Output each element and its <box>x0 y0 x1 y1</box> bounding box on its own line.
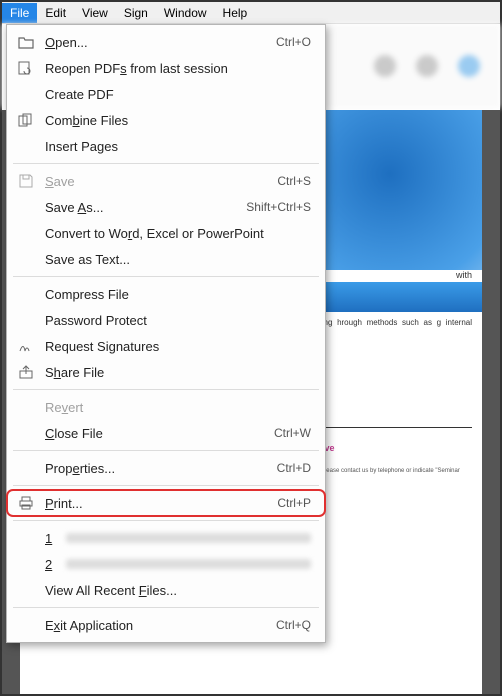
menu-compress-label: Compress File <box>45 287 311 302</box>
menu-sign[interactable]: Sign <box>116 3 156 23</box>
folder-open-icon <box>17 34 35 50</box>
menu-convert-label: Convert to Word, Excel or PowerPoint <box>45 226 311 241</box>
menu-revert: Revert <box>7 394 325 420</box>
menu-open[interactable]: Open... Ctrl+O <box>7 29 325 55</box>
menu-recent-1[interactable]: 1 <box>7 525 325 551</box>
menu-compress[interactable]: Compress File <box>7 281 325 307</box>
menu-open-label: Open... <box>45 35 266 50</box>
menu-password-protect[interactable]: Password Protect <box>7 307 325 333</box>
menu-create-pdf[interactable]: Create PDF <box>7 81 325 107</box>
menu-open-shortcut: Ctrl+O <box>276 35 311 49</box>
menu-view-all-recent[interactable]: View All Recent Files... <box>7 577 325 603</box>
menu-viewall-label: View All Recent Files... <box>45 583 311 598</box>
menu-edit[interactable]: Edit <box>37 3 74 23</box>
reopen-icon <box>17 60 35 76</box>
menu-view[interactable]: View <box>74 3 116 23</box>
menu-close-label: Close File <box>45 426 264 441</box>
menu-exit-label: Exit Application <box>45 618 266 633</box>
combine-icon <box>17 112 35 128</box>
menu-save-text[interactable]: Save as Text... <box>7 246 325 272</box>
menu-combine-label: Combine Files <box>45 113 311 128</box>
menu-print-shortcut: Ctrl+P <box>277 496 311 510</box>
menu-help[interactable]: Help <box>215 3 256 23</box>
file-menu-dropdown: Open... Ctrl+O Reopen PDFs from last ses… <box>6 24 326 643</box>
menu-saveas-label: Save As... <box>45 200 236 215</box>
menu-save-label: Save <box>45 174 267 189</box>
menu-create-label: Create PDF <box>45 87 311 102</box>
menu-save-shortcut: Ctrl+S <box>277 174 311 188</box>
recent-file-2-blur <box>66 559 311 569</box>
menu-protect-label: Password Protect <box>45 313 311 328</box>
menu-saveas-shortcut: Shift+Ctrl+S <box>246 200 311 214</box>
save-icon <box>17 173 35 189</box>
menu-share-file[interactable]: Share File <box>7 359 325 385</box>
print-icon <box>17 495 35 511</box>
menu-combine[interactable]: Combine Files <box>7 107 325 133</box>
menu-insert-label: Insert Pages <box>45 139 311 154</box>
signature-icon <box>17 338 35 354</box>
menu-window[interactable]: Window <box>156 3 215 23</box>
menu-save-as[interactable]: Save As... Shift+Ctrl+S <box>7 194 325 220</box>
menu-reopen-label: Reopen PDFs from last session <box>45 61 311 76</box>
menu-reopen[interactable]: Reopen PDFs from last session <box>7 55 325 81</box>
menu-reqsig-label: Request Signatures <box>45 339 311 354</box>
menu-save: Save Ctrl+S <box>7 168 325 194</box>
menu-exit[interactable]: Exit Application Ctrl+Q <box>7 612 325 638</box>
menu-recent-2[interactable]: 2 <box>7 551 325 577</box>
menu-exit-shortcut: Ctrl+Q <box>276 618 311 632</box>
menu-insert-pages[interactable]: Insert Pages <box>7 133 325 159</box>
menu-request-signatures[interactable]: Request Signatures <box>7 333 325 359</box>
menu-props-label: Properties... <box>45 461 267 476</box>
menu-close-file[interactable]: Close File Ctrl+W <box>7 420 325 446</box>
menu-print[interactable]: Print... Ctrl+P <box>7 490 325 516</box>
menubar: File Edit View Sign Window Help <box>2 2 500 24</box>
recent-file-1-blur <box>66 533 311 543</box>
menu-properties[interactable]: Properties... Ctrl+D <box>7 455 325 481</box>
menu-close-shortcut: Ctrl+W <box>274 426 311 440</box>
menu-share-label: Share File <box>45 365 311 380</box>
menu-print-label: Print... <box>45 496 267 511</box>
menu-file[interactable]: File <box>2 3 37 23</box>
share-icon <box>17 364 35 380</box>
menu-revert-label: Revert <box>45 400 311 415</box>
menu-convert[interactable]: Convert to Word, Excel or PowerPoint <box>7 220 325 246</box>
menu-savetext-label: Save as Text... <box>45 252 311 267</box>
menu-props-shortcut: Ctrl+D <box>277 461 311 475</box>
